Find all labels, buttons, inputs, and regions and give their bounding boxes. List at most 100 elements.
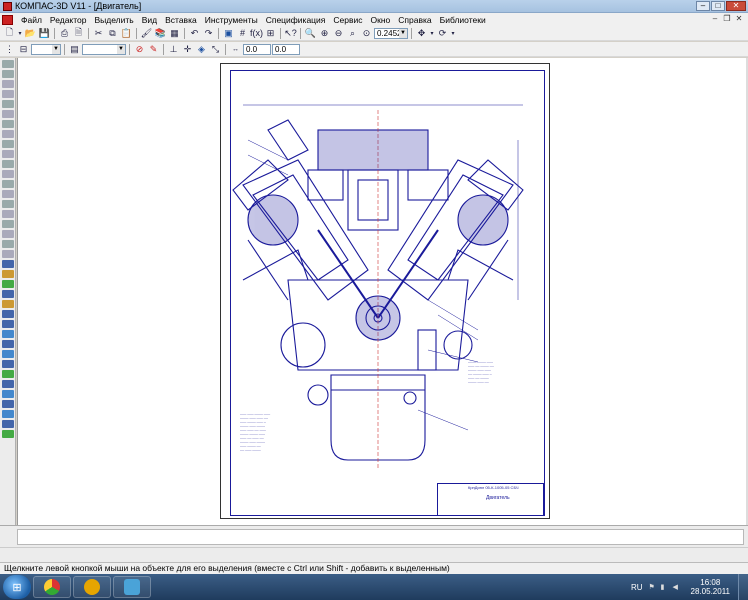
snap-icon[interactable]: ⊞: [264, 27, 277, 40]
show-desktop-button[interactable]: [738, 574, 748, 600]
equidistant-icon[interactable]: [1, 420, 14, 428]
coord-x-field[interactable]: 0.0: [243, 43, 271, 55]
task-autocad[interactable]: [73, 576, 111, 598]
color-icon[interactable]: ✎: [147, 43, 160, 56]
edit-icon[interactable]: [1, 90, 14, 98]
new-document-icon[interactable]: 🗋: [3, 27, 16, 40]
mark-icon[interactable]: [1, 300, 14, 308]
network-icon[interactable]: ▮: [661, 583, 669, 591]
print-icon[interactable]: ⎙: [58, 27, 71, 40]
chevron-down-icon[interactable]: ▼: [399, 28, 407, 38]
task-kompas[interactable]: [113, 576, 151, 598]
volume-icon[interactable]: ◀: [673, 583, 681, 591]
close-button[interactable]: ✕: [726, 1, 746, 11]
parametrization-icon[interactable]: [1, 100, 14, 108]
insert-icon[interactable]: [1, 150, 14, 158]
chevron-down-icon[interactable]: ▼: [52, 44, 60, 54]
open-icon[interactable]: 📂: [24, 27, 37, 40]
macro-icon[interactable]: [1, 160, 14, 168]
formula-icon[interactable]: f(x): [250, 27, 263, 40]
menu-tools[interactable]: Инструменты: [201, 15, 262, 25]
zoom-in-icon[interactable]: ⊕: [318, 27, 331, 40]
variables-icon[interactable]: ▦: [168, 27, 181, 40]
save-icon[interactable]: 💾: [38, 27, 51, 40]
chamfer-icon[interactable]: [1, 400, 14, 408]
contour-icon[interactable]: [1, 410, 14, 418]
snap-point-icon[interactable]: ◈: [195, 43, 208, 56]
menu-window[interactable]: Окно: [367, 15, 395, 25]
fillet-icon[interactable]: [1, 390, 14, 398]
zoom-fit-icon[interactable]: ⌕: [346, 27, 359, 40]
help-pointer-icon[interactable]: ↖?: [284, 27, 297, 40]
chevron-down-icon[interactable]: ▼: [117, 44, 125, 54]
properties-field[interactable]: [17, 529, 744, 545]
doc-minimize-button[interactable]: –: [710, 14, 720, 24]
flag-icon[interactable]: ⚑: [649, 583, 657, 591]
select-icon[interactable]: [1, 120, 14, 128]
lock-icon[interactable]: [1, 270, 14, 278]
symbols-icon[interactable]: [1, 80, 14, 88]
doc-close-button[interactable]: ✕: [734, 14, 744, 24]
undo-icon[interactable]: ↶: [188, 27, 201, 40]
menu-file[interactable]: Файл: [17, 15, 46, 25]
redo-icon[interactable]: ↷: [202, 27, 215, 40]
arrow-icon[interactable]: [1, 310, 14, 318]
frames-icon[interactable]: [1, 190, 14, 198]
ortho-icon[interactable]: ⊥: [167, 43, 180, 56]
text-icon[interactable]: [1, 230, 14, 238]
points-icon[interactable]: [1, 200, 14, 208]
grid-icon[interactable]: #: [236, 27, 249, 40]
pan-icon[interactable]: ✥: [415, 27, 428, 40]
pan-dropdown-icon[interactable]: ▾: [429, 27, 435, 40]
menu-libraries[interactable]: Библиотеки: [436, 15, 490, 25]
zoom-out-icon[interactable]: ⊖: [332, 27, 345, 40]
language-indicator[interactable]: RU: [631, 583, 643, 592]
cursor-icon[interactable]: ✛: [181, 43, 194, 56]
menu-select[interactable]: Выделить: [91, 15, 138, 25]
menu-specification[interactable]: Спецификация: [262, 15, 330, 25]
menu-help[interactable]: Справка: [394, 15, 435, 25]
dimensions-icon[interactable]: [1, 70, 14, 78]
lines-icon[interactable]: [1, 210, 14, 218]
style-icon[interactable]: ⊘: [133, 43, 146, 56]
menu-service[interactable]: Сервис: [329, 15, 366, 25]
state-combo[interactable]: ▼: [31, 43, 61, 55]
circle-icon[interactable]: [1, 340, 14, 348]
coord-x-icon[interactable]: ↔: [229, 43, 242, 56]
local-cs-icon[interactable]: ⤡: [209, 43, 222, 56]
cut-icon[interactable]: ✂: [92, 27, 105, 40]
spline-icon[interactable]: [1, 370, 14, 378]
document-icon[interactable]: [2, 14, 13, 25]
state-icon[interactable]: ⊟: [17, 43, 30, 56]
layers-panel-icon[interactable]: [1, 170, 14, 178]
axis-icon[interactable]: [1, 280, 14, 288]
zoom-window-icon[interactable]: 🔍: [304, 27, 317, 40]
maximize-button[interactable]: □: [711, 1, 725, 11]
view-combo[interactable]: ▼: [82, 43, 126, 55]
layers-icon[interactable]: ▣: [222, 27, 235, 40]
coord-y-field[interactable]: 0.0: [272, 43, 300, 55]
copy-icon[interactable]: ⧉: [106, 27, 119, 40]
geometry-icon[interactable]: [1, 60, 14, 68]
kompas-app-icon[interactable]: [3, 1, 12, 11]
reports-icon[interactable]: [1, 140, 14, 148]
leader-icon[interactable]: [1, 290, 14, 298]
menu-insert[interactable]: Вставка: [161, 15, 201, 25]
segment-icon[interactable]: [1, 320, 14, 328]
table-icon[interactable]: [1, 240, 14, 248]
properties-brush-icon[interactable]: 🖌: [140, 27, 153, 40]
hatch-icon[interactable]: [1, 220, 14, 228]
minimize-button[interactable]: –: [696, 1, 710, 11]
start-button[interactable]: ⊞: [3, 575, 31, 599]
refresh-icon[interactable]: ⟳: [436, 27, 449, 40]
base-icon[interactable]: [1, 260, 14, 268]
library-icon[interactable]: 📚: [154, 27, 167, 40]
dropdown-arrow-icon[interactable]: ▾: [17, 27, 23, 40]
clock[interactable]: 16:08 28.05.2011: [691, 578, 730, 596]
views-icon[interactable]: [1, 180, 14, 188]
regenerate-icon[interactable]: ▾: [450, 27, 456, 40]
zoom-combo[interactable]: 0.2452 ▼: [374, 27, 408, 39]
menu-editor[interactable]: Редактор: [46, 15, 91, 25]
collection-icon[interactable]: [1, 430, 14, 438]
ellipse-icon[interactable]: [1, 360, 14, 368]
